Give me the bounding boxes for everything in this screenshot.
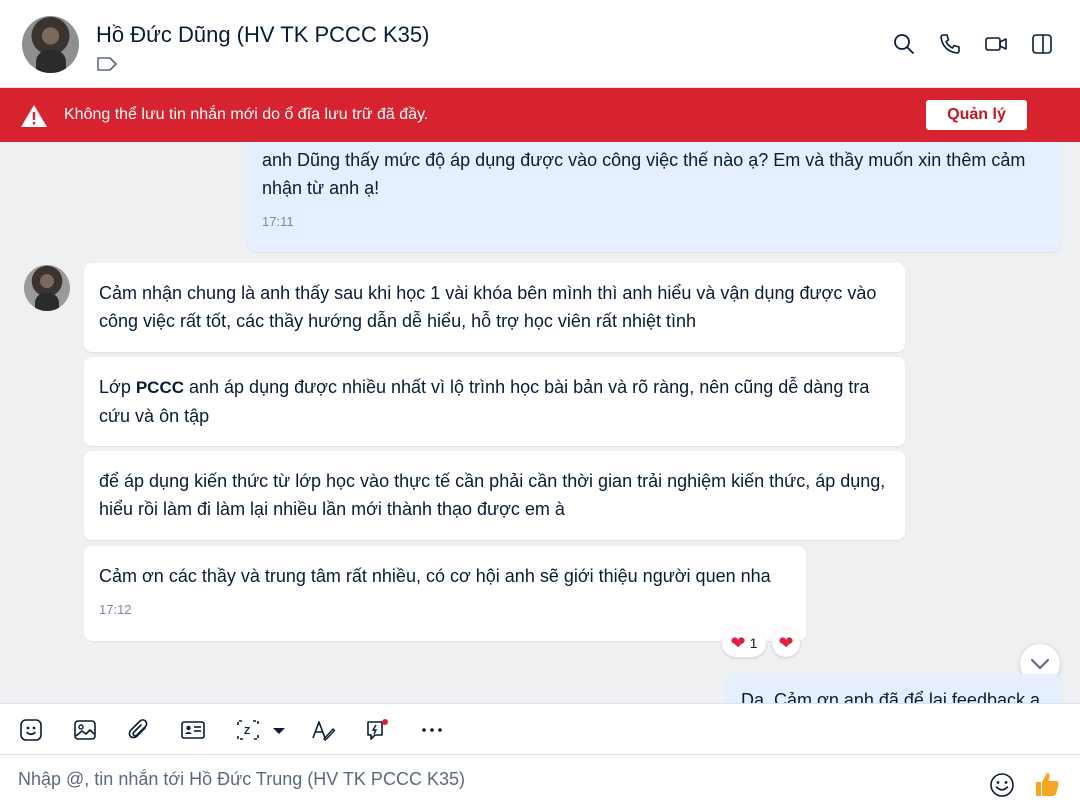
reaction-summary[interactable]: ❤ 1 <box>722 629 766 657</box>
received-message[interactable]: để áp dụng kiến thức từ lớp học vào thực… <box>84 451 905 540</box>
message-text: để áp dụng kiến thức từ lớp học vào thực… <box>99 471 886 519</box>
manage-storage-button[interactable]: Quản lý <box>926 100 1027 130</box>
contact-avatar[interactable] <box>22 16 79 73</box>
message-text: Dạ, Cảm ơn anh đã để lại feedback ạ <box>741 690 1040 703</box>
video-call-icon[interactable] <box>984 32 1008 56</box>
message-time: 17:12 <box>99 602 132 617</box>
contact-name[interactable]: Hồ Đức Dũng (HV TK PCCC K35) <box>96 22 429 48</box>
phone-icon[interactable] <box>938 32 962 56</box>
attachment-icon[interactable] <box>126 717 152 743</box>
message-text-part: anh áp dụng được nhiều nhất vì lộ trình … <box>99 377 870 426</box>
warning-icon <box>21 105 47 127</box>
text-format-icon[interactable] <box>310 717 336 743</box>
banner-message: Không thể lưu tin nhắn mới do ổ đĩa lưu … <box>64 106 429 123</box>
header-actions <box>892 32 1054 56</box>
message-time: 17:11 <box>262 214 294 229</box>
image-icon[interactable] <box>72 717 98 743</box>
heart-icon: ❤ <box>730 633 746 653</box>
thumbs-up-icon[interactable] <box>1032 769 1062 799</box>
storage-full-banner: Không thể lưu tin nhắn mới do ổ đĩa lưu … <box>0 88 1080 142</box>
message-list[interactable]: anh Dũng thấy mức độ áp dụng được vào cô… <box>0 142 1080 703</box>
search-icon[interactable] <box>892 32 916 56</box>
message-input[interactable] <box>18 767 958 791</box>
screenshot-icon[interactable]: Z <box>235 717 261 743</box>
received-message[interactable]: Cảm nhận chung là anh thấy sau khi học 1… <box>84 263 905 352</box>
message-text: Cảm ơn các thầy và trung tâm rất nhiều, … <box>99 566 771 586</box>
more-icon[interactable] <box>419 717 445 743</box>
emoji-icon[interactable] <box>988 771 1016 799</box>
received-message[interactable]: Lớp PCCC anh áp dụng được nhiều nhất vì … <box>84 357 905 446</box>
message-text-part: Lớp <box>99 377 136 397</box>
composer <box>0 755 1080 803</box>
dropdown-arrow-icon[interactable] <box>266 717 292 743</box>
chat-header: Hồ Đức Dũng (HV TK PCCC K35) <box>0 0 1080 88</box>
message-text: Lớp PCCC anh áp dụng được nhiều nhất vì … <box>99 373 889 430</box>
sidebar-toggle-icon[interactable] <box>1030 32 1054 56</box>
message-text: anh Dũng thấy mức độ áp dụng được vào cô… <box>262 150 1026 198</box>
heart-icon: ❤ <box>778 633 794 653</box>
reaction-count: 1 <box>749 635 758 651</box>
contact-card-icon[interactable] <box>180 717 206 743</box>
add-reaction-button[interactable]: ❤ <box>772 629 800 657</box>
received-message[interactable]: Cảm ơn các thầy và trung tâm rất nhiều, … <box>84 546 806 641</box>
composer-toolbar: Z <box>0 703 1080 755</box>
svg-text:Z: Z <box>244 726 250 737</box>
message-text: Cảm nhận chung là anh thấy sau khi học 1… <box>99 283 877 331</box>
sticker-icon[interactable] <box>18 717 44 743</box>
label-tag-icon[interactable] <box>96 56 118 72</box>
sender-avatar[interactable] <box>24 265 70 311</box>
sent-message[interactable]: anh Dũng thấy mức độ áp dụng được vào cô… <box>247 142 1061 252</box>
quick-message-icon[interactable] <box>364 717 390 743</box>
sent-message[interactable]: Dạ, Cảm ơn anh đã để lại feedback ạ <box>726 674 1061 703</box>
message-text-bold: PCCC <box>135 378 184 397</box>
